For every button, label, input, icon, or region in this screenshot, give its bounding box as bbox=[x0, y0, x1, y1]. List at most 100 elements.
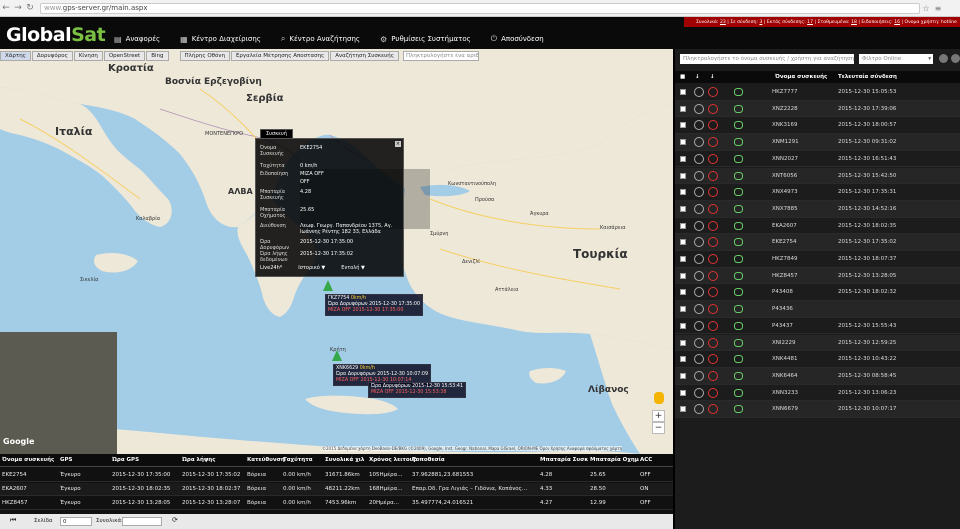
device-row[interactable]: XNZ2228 2015-12-30 17:39:06 bbox=[675, 100, 960, 118]
device-row[interactable]: HKZ7849 2015-12-30 18:07:37 bbox=[675, 251, 960, 268]
table-header-cell[interactable]: Ταχύτητα bbox=[283, 457, 313, 463]
online-filter-select[interactable]: Φίλτρο Online ▾ bbox=[859, 54, 933, 64]
device-row[interactable]: P43436 bbox=[675, 301, 960, 318]
row-checkbox[interactable] bbox=[680, 139, 686, 146]
zoom-in-button[interactable]: + bbox=[652, 410, 665, 422]
device-row[interactable]: XNN3233 2015-12-30 13:06:23 bbox=[675, 385, 960, 402]
row-checkbox[interactable] bbox=[680, 322, 686, 329]
table-header-cell[interactable]: Μπαταρία Συσκ bbox=[540, 457, 588, 463]
map-type-satellite[interactable]: Δορυφόρος bbox=[31, 50, 73, 61]
status-events[interactable]: 16 bbox=[894, 20, 900, 25]
nav-settings[interactable]: ⚙ Ρυθμίσεις Συστήματος bbox=[380, 34, 471, 44]
row-checkbox[interactable] bbox=[680, 89, 686, 95]
table-row[interactable]: HKZ8457 Έγκυρο 2015-12-30 13:28:05 2015-12-… bbox=[0, 497, 673, 510]
settings-icon[interactable] bbox=[939, 54, 948, 63]
popup-tab[interactable]: Συσκευή bbox=[260, 129, 293, 139]
device-row[interactable]: XNX7885 2015-12-30 14:52:16 bbox=[675, 200, 960, 218]
status-stopped[interactable]: 18 bbox=[851, 20, 857, 25]
zoom-out-button[interactable]: − bbox=[652, 422, 665, 434]
row-checkbox[interactable] bbox=[680, 372, 686, 379]
map-type-map[interactable]: Χάρτης bbox=[0, 50, 31, 61]
device-row[interactable]: XNK3169 2015-12-30 18:00:57 bbox=[675, 117, 960, 135]
back-icon[interactable]: ← bbox=[0, 3, 12, 13]
row-checkbox[interactable] bbox=[680, 406, 686, 413]
col-device-name[interactable]: Όνομα συσκευής bbox=[775, 74, 827, 80]
pegman-icon[interactable] bbox=[654, 392, 664, 404]
nav-logout[interactable]: ⏻ Αποσύνδεση bbox=[491, 34, 544, 44]
commands-dropdown[interactable]: Εντολή ▼ bbox=[341, 265, 365, 271]
first-page-icon[interactable]: ⏮ bbox=[10, 516, 16, 525]
device-row[interactable]: XNK4481 2015-12-30 10:43:22 bbox=[675, 351, 960, 368]
nav-search[interactable]: ⌕ Κέντρο Αναζήτησης bbox=[281, 34, 360, 44]
device-row[interactable]: XNM1291 2015-12-30 09:31:02 bbox=[675, 134, 960, 151]
vehicle-marker[interactable] bbox=[323, 280, 333, 291]
device-row[interactable]: HKZ8457 2015-12-30 13:28:05 bbox=[675, 267, 960, 285]
status-offline[interactable]: 17 bbox=[807, 20, 813, 25]
vehicle-label[interactable]: ΓΚΖ7754 0km/h Ώρα Δορυφόρων 2015-12-30 1… bbox=[325, 294, 424, 316]
device-row[interactable]: XNK6464 2015-12-30 08:58:45 bbox=[675, 367, 960, 385]
row-checkbox[interactable] bbox=[680, 256, 686, 262]
measure-button[interactable]: Εργαλεία Μέτρησης Αποστασης bbox=[230, 50, 330, 61]
sort-icon[interactable]: ↓ bbox=[710, 74, 715, 80]
menu-icon[interactable]: ≡ bbox=[932, 4, 944, 13]
device-row[interactable]: EKA2607 2015-12-30 18:02:35 bbox=[675, 218, 960, 235]
reload-icon[interactable]: ↻ bbox=[24, 3, 36, 13]
refresh-icon[interactable] bbox=[951, 54, 960, 63]
table-row[interactable]: EKE2754 Έγκυρο 2015-12-30 17:35:00 2015-12-… bbox=[0, 469, 673, 482]
map-type-bing[interactable]: Bing bbox=[146, 50, 169, 61]
device-row[interactable]: XNX4973 2015-12-30 17:35:31 bbox=[675, 184, 960, 201]
row-checkbox[interactable] bbox=[680, 239, 686, 246]
forward-icon[interactable]: → bbox=[12, 3, 24, 13]
map[interactable]: Χάρτης Δορυφόρος Κίνηση OpenStreet Bing … bbox=[0, 49, 673, 454]
row-checkbox[interactable] bbox=[680, 189, 686, 196]
vehicle-label[interactable]: Ώρα Δορυφόρων 2015-12-30 15:53:41 ΜΙΖΑ O… bbox=[368, 382, 467, 398]
table-header-cell[interactable]: GPS bbox=[60, 457, 73, 463]
table-header-cell[interactable]: Ώρα GPS bbox=[112, 457, 139, 463]
device-row[interactable]: XNN2027 2015-12-30 16:51:43 bbox=[675, 151, 960, 168]
row-checkbox[interactable] bbox=[680, 155, 686, 162]
device-row[interactable]: XNN6679 2015-12-30 10:07:17 bbox=[675, 401, 960, 418]
page-input[interactable]: 0 bbox=[60, 517, 92, 526]
row-checkbox[interactable] bbox=[680, 289, 686, 296]
status-online[interactable]: 3 bbox=[759, 20, 762, 25]
table-header-cell[interactable]: ACC bbox=[640, 457, 652, 463]
star-icon[interactable]: ☆ bbox=[920, 4, 932, 13]
history-dropdown[interactable]: Ιστορικό ▼ bbox=[298, 265, 325, 271]
device-row[interactable]: XNT6056 2015-12-30 15:42:50 bbox=[675, 167, 960, 185]
row-checkbox[interactable] bbox=[680, 339, 686, 346]
refresh-icon[interactable]: ⟳ bbox=[172, 516, 178, 524]
map-type-osm[interactable]: OpenStreet bbox=[103, 50, 146, 61]
table-header-cell[interactable]: Τοποθεσία bbox=[412, 457, 445, 463]
table-header-cell[interactable]: Μπαταρία Οχημ bbox=[590, 457, 639, 463]
row-checkbox[interactable] bbox=[680, 389, 686, 396]
table-header-cell[interactable]: Όνομα συσκευής bbox=[2, 457, 54, 463]
map-type-traffic[interactable]: Κίνηση bbox=[73, 50, 103, 61]
row-checkbox[interactable] bbox=[680, 272, 686, 279]
row-checkbox[interactable] bbox=[680, 306, 686, 313]
fullscreen-button[interactable]: Πλήρης Οθόνη bbox=[179, 50, 230, 61]
select-all-checkbox[interactable]: ■ bbox=[680, 74, 685, 80]
row-checkbox[interactable] bbox=[680, 222, 686, 229]
table-row[interactable]: EKA2607 Έγκυρο 2015-12-30 18:02:35 2015-12-… bbox=[0, 483, 673, 496]
table-header-cell[interactable]: Χρόνος λειτουρ bbox=[369, 457, 417, 463]
map-search-input[interactable]: Πληκτρολογήστε ένα αριθμό bbox=[403, 50, 479, 61]
live24h-button[interactable]: Live24h* bbox=[260, 265, 282, 271]
row-checkbox[interactable] bbox=[680, 205, 686, 212]
row-checkbox[interactable] bbox=[680, 172, 686, 179]
device-row[interactable]: P43408 2015-12-30 18:02:32 bbox=[675, 284, 960, 302]
search-device-button[interactable]: Αναζήτηση Συσκευής bbox=[330, 50, 399, 61]
row-checkbox[interactable] bbox=[680, 122, 686, 129]
device-row[interactable]: HKZ7777 2015-12-30 15:05:53 bbox=[675, 84, 960, 101]
device-row[interactable]: P43437 2015-12-30 15:55:43 bbox=[675, 318, 960, 335]
table-header-cell[interactable]: Κατεύθυνση bbox=[247, 457, 285, 463]
sort-icon[interactable]: ↓ bbox=[695, 74, 700, 80]
status-total[interactable]: 23 bbox=[720, 20, 726, 25]
table-header-cell[interactable]: Ώρα λήψης bbox=[182, 457, 216, 463]
col-last-connection[interactable]: Τελευταία σύνδεση bbox=[838, 74, 897, 80]
device-row[interactable]: EKE2754 2015-12-30 17:35:02 bbox=[675, 234, 960, 251]
device-row[interactable]: XNI2229 2015-12-30 12:59:25 bbox=[675, 334, 960, 352]
nav-management[interactable]: ▦ Κέντρο Διαχείρισης bbox=[180, 34, 261, 44]
nav-reports[interactable]: ▤ Αναφορές bbox=[114, 34, 160, 44]
table-header-cell[interactable]: Συνολικά χιλ bbox=[325, 457, 364, 463]
device-search-input[interactable]: Πληκτρολογήστε το όνομα συσκευής / χρήστ… bbox=[680, 54, 854, 64]
